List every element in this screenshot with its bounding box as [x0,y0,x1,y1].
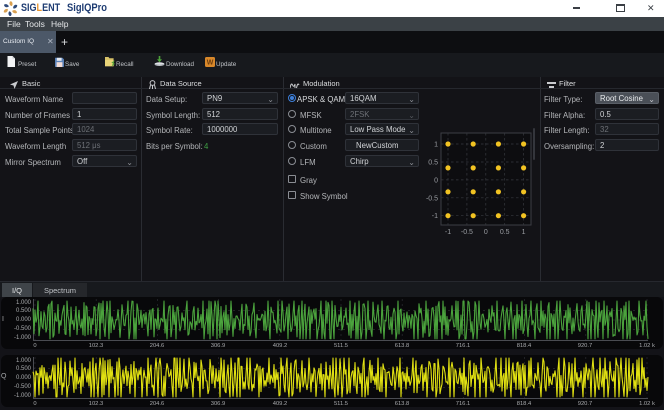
svg-text:-1: -1 [432,213,438,220]
svg-text:-0.5: -0.5 [461,229,473,236]
svg-text:-1: -1 [445,229,451,236]
svg-text:1: 1 [434,142,438,149]
svg-text:1: 1 [522,229,526,236]
svg-text:0: 0 [434,177,438,184]
svg-text:W: W [207,60,214,67]
svg-text:0.5: 0.5 [428,160,438,167]
svg-text:0: 0 [484,229,488,236]
svg-text:-0.5: -0.5 [426,195,438,202]
svg-text:0.5: 0.5 [500,229,510,236]
